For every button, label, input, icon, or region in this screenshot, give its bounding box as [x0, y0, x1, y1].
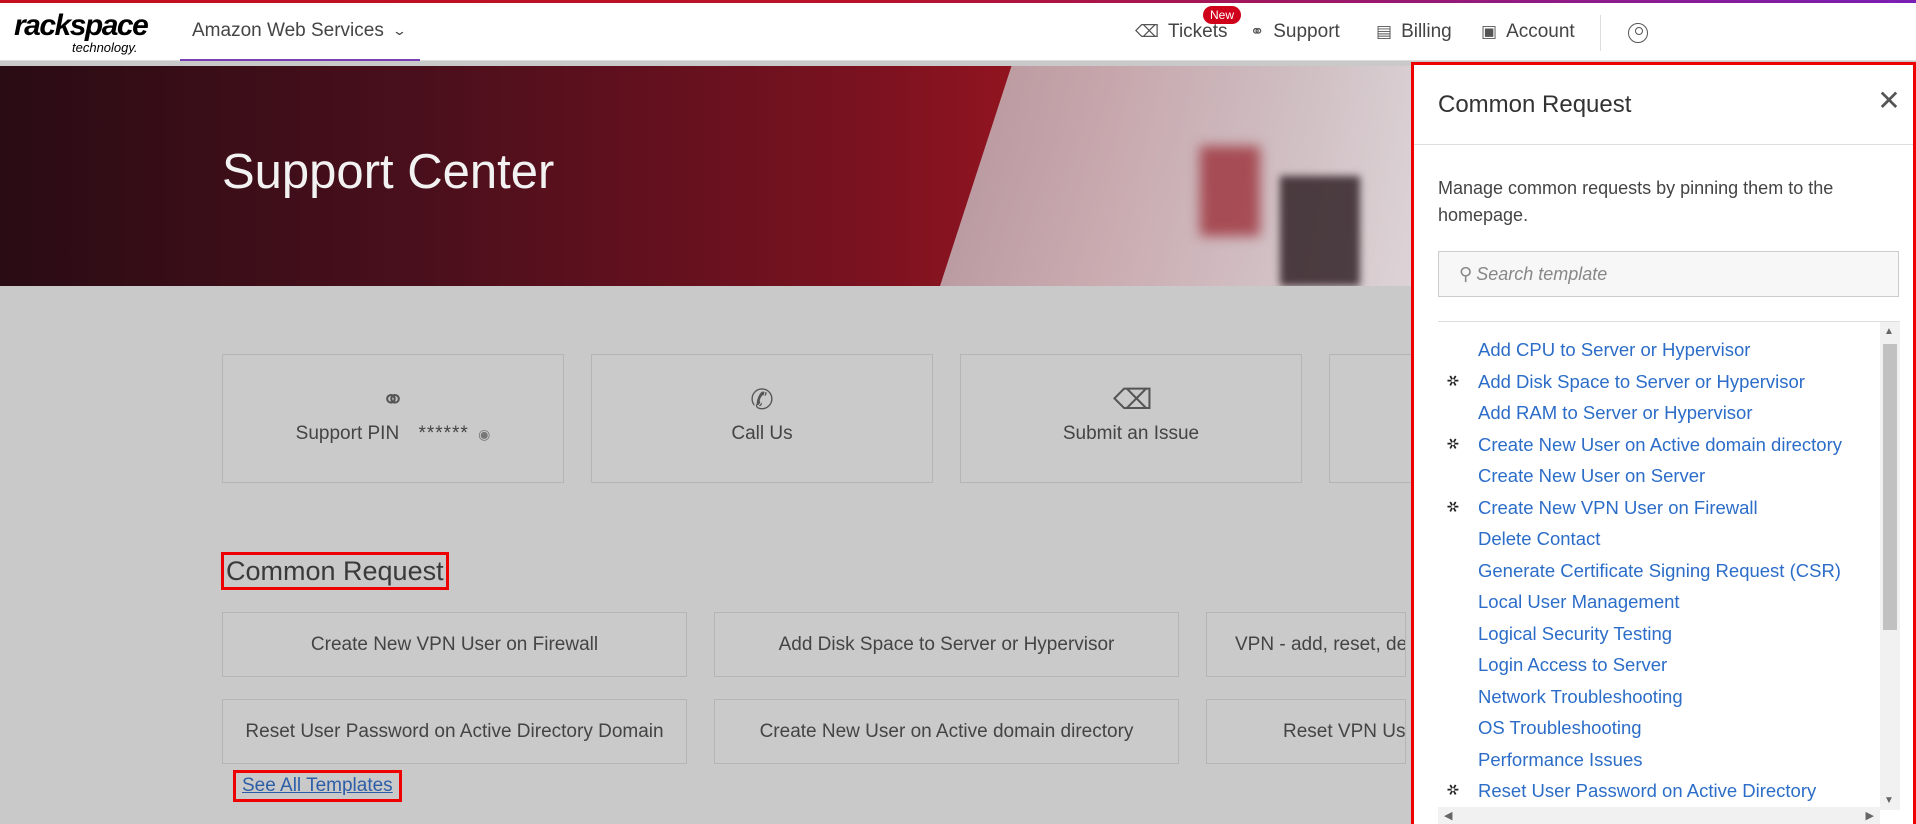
pin-icon[interactable]: ✲	[1439, 427, 1466, 461]
template-list-item-label: Add RAM to Server or Hypervisor	[1478, 402, 1753, 423]
template-list-item-label: OS Troubleshooting	[1478, 717, 1642, 738]
user-circle-icon[interactable]	[1628, 23, 1648, 43]
template-list-item-label: Add CPU to Server or Hypervisor	[1478, 339, 1751, 360]
panel-header: Common Request ✕	[1414, 65, 1913, 145]
common-request-button[interactable]: VPN - add, reset, dele	[1206, 612, 1406, 677]
call-us-label: Call Us	[731, 423, 793, 444]
template-list-item-label: Create New VPN User on Firewall	[1478, 496, 1758, 518]
nav-billing[interactable]: ▤ Billing	[1376, 3, 1452, 61]
id-card-icon: ▣	[1481, 22, 1498, 41]
submit-issue-card[interactable]: ⌫ Submit an Issue	[960, 354, 1302, 483]
common-request-panel: Common Request ✕ Manage common requests …	[1411, 62, 1916, 824]
template-list-item[interactable]: ✲ Add Disk Space to Server or Hypervisor	[1438, 366, 1900, 398]
panel-title: Common Request	[1438, 91, 1632, 118]
nav-billing-label: Billing	[1401, 21, 1452, 42]
template-list-item[interactable]: Generate Certificate Signing Request (CS…	[1438, 555, 1900, 587]
account-switcher[interactable]: Amazon Web Services ⌄	[180, 3, 420, 61]
template-list-item[interactable]: Login Access to Server	[1438, 649, 1900, 681]
see-all-templates-link[interactable]: See All Templates	[233, 770, 402, 802]
ticket-icon: ⌫	[1113, 384, 1153, 415]
template-list-items: Add CPU to Server or Hypervisor ✲ Add Disk…	[1438, 322, 1900, 807]
headset-icon: ⚭	[381, 384, 405, 415]
ticket-icon: ⌫	[1135, 22, 1160, 41]
horizontal-scrollbar[interactable]: ◀ ▶	[1438, 807, 1880, 824]
nav-divider	[1600, 15, 1601, 51]
template-list-item[interactable]: Delete Contact	[1438, 523, 1900, 555]
template-list-item-label: Generate Certificate Signing Request (CS…	[1478, 559, 1841, 581]
account-switcher-label: Amazon Web Services	[192, 20, 384, 41]
template-list-item[interactable]: Create New User on Server	[1438, 460, 1900, 492]
common-request-button[interactable]: Reset User Password on Active Directory …	[222, 699, 687, 764]
template-list-item[interactable]: Add RAM to Server or Hypervisor	[1438, 397, 1900, 429]
template-list-item[interactable]: Performance Issues	[1438, 744, 1900, 776]
scroll-up-arrow[interactable]: ▲	[1884, 326, 1894, 337]
nav-support-label: Support	[1273, 21, 1340, 42]
hero-photo-shape	[1200, 146, 1260, 236]
template-list-item-label: Performance Issues	[1478, 748, 1643, 770]
phone-icon: ✆	[750, 384, 774, 415]
chevron-down-icon: ⌄	[391, 23, 407, 38]
support-pin-label: Support PIN	[295, 423, 400, 444]
template-list-item[interactable]: ✲ Reset User Password on Active Directory	[1438, 775, 1900, 807]
common-request-button[interactable]: Reset VPN User	[1206, 699, 1406, 764]
template-list-item-label: Network Troubleshooting	[1478, 685, 1683, 707]
template-list-item[interactable]: Network Troubleshooting	[1438, 681, 1900, 713]
common-request-button[interactable]: Create New User on Active domain directo…	[714, 699, 1179, 764]
template-list-item[interactable]: OS Troubleshooting	[1438, 712, 1900, 744]
logo-subtext: technology.	[72, 40, 138, 55]
scrollbar-thumb[interactable]	[1883, 344, 1897, 630]
template-list[interactable]: Add CPU to Server or Hypervisor ✲ Add Disk…	[1438, 321, 1900, 824]
headset-icon: ⚭	[1250, 22, 1265, 41]
template-list-item-label: Login Access to Server	[1478, 654, 1668, 675]
hero-photo-shape	[1280, 176, 1360, 286]
template-search-input[interactable]	[1476, 263, 1877, 285]
common-request-button[interactable]: Add Disk Space to Server or Hypervisor	[714, 612, 1179, 677]
support-pin-value: ******	[418, 423, 469, 444]
receipt-icon: ▤	[1376, 22, 1393, 41]
scroll-down-arrow[interactable]: ▼	[1884, 795, 1894, 806]
search-icon: ⚲	[1459, 263, 1473, 284]
template-list-item-label: Create New User on Active domain directo…	[1478, 433, 1842, 455]
page-title: Support Center	[222, 145, 555, 199]
template-list-item-label: Local User Management	[1478, 591, 1680, 612]
call-us-card[interactable]: ✆ Call Us	[591, 354, 933, 483]
support-pin-card[interactable]: ⚭ Support PIN ****** ◉	[222, 354, 564, 483]
scroll-right-arrow[interactable]: ▶	[1866, 809, 1874, 822]
new-badge: New	[1203, 6, 1242, 24]
template-list-item-label: Create New User on Server	[1478, 465, 1706, 486]
section-title-common-request: Common Request	[221, 552, 449, 590]
vertical-scrollbar[interactable]: ▲ ▼	[1880, 322, 1900, 810]
top-header: rackspace technology. Amazon Web Service…	[0, 3, 1916, 61]
logo-wordmark: rackspace	[14, 9, 149, 42]
template-list-item[interactable]: Local User Management	[1438, 586, 1900, 618]
template-list-item-label: Reset User Password on Active Directory	[1478, 780, 1817, 801]
nav-account[interactable]: ▣ Account	[1481, 3, 1575, 61]
template-list-item[interactable]: Logical Security Testing	[1438, 618, 1900, 650]
nav-tickets-label: Tickets	[1168, 21, 1228, 42]
template-list-item-label: Logical Security Testing	[1478, 622, 1673, 644]
template-list-item-label: Add Disk Space to Server or Hypervisor	[1478, 370, 1805, 392]
template-list-item[interactable]: ✲ Create New VPN User on Firewall	[1438, 492, 1900, 524]
panel-description: Manage common requests by pinning them t…	[1438, 178, 1834, 225]
common-request-button[interactable]: Create New VPN User on Firewall	[222, 612, 687, 677]
pin-icon[interactable]: ✲	[1439, 774, 1466, 808]
nav-support[interactable]: ⚭ Support	[1250, 3, 1340, 61]
template-search-box[interactable]: ⚲	[1438, 251, 1899, 297]
pin-icon[interactable]: ✲	[1439, 364, 1466, 398]
nav-account-label: Account	[1506, 21, 1575, 42]
close-icon[interactable]: ✕	[1873, 85, 1905, 117]
submit-issue-label: Submit an Issue	[1062, 423, 1200, 444]
template-list-item[interactable]: ✲ Create New User on Active domain direct…	[1438, 429, 1900, 461]
template-list-item[interactable]: Add CPU to Server or Hypervisor	[1438, 334, 1900, 366]
template-list-item-label: Delete Contact	[1478, 528, 1601, 549]
pin-icon[interactable]: ✲	[1439, 490, 1466, 524]
rackspace-logo[interactable]: rackspace technology.	[14, 9, 154, 55]
scroll-left-arrow[interactable]: ◀	[1444, 809, 1452, 822]
eye-icon[interactable]: ◉	[478, 426, 490, 442]
